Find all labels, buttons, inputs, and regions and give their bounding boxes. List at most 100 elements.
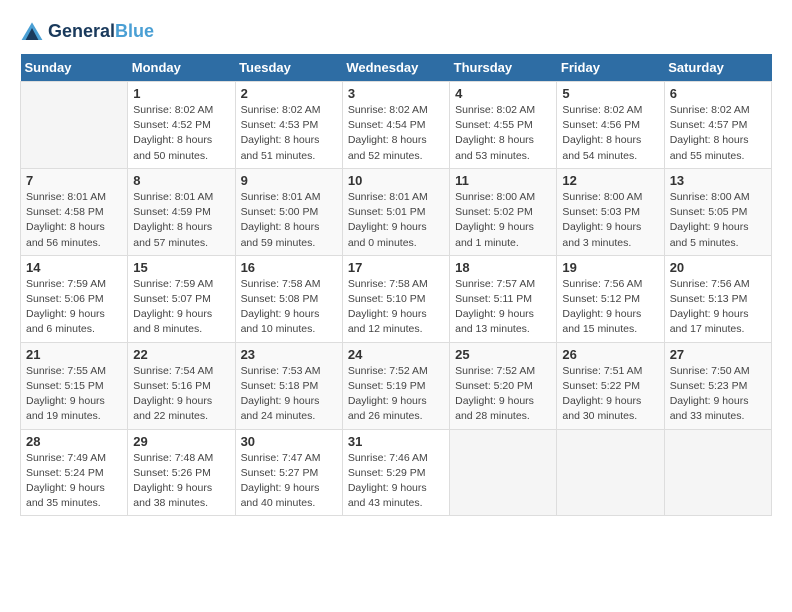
day-info: Sunrise: 7:56 AMSunset: 5:12 PMDaylight:…: [562, 277, 658, 338]
day-number: 1: [133, 86, 229, 101]
day-info: Sunrise: 8:02 AMSunset: 4:54 PMDaylight:…: [348, 103, 444, 164]
day-number: 25: [455, 347, 551, 362]
day-number: 10: [348, 173, 444, 188]
calendar-cell: [557, 429, 664, 516]
calendar-cell: 24 Sunrise: 7:52 AMSunset: 5:19 PMDayligh…: [342, 342, 449, 429]
day-number: 3: [348, 86, 444, 101]
calendar-cell: [450, 429, 557, 516]
calendar-cell: 9 Sunrise: 8:01 AMSunset: 5:00 PMDaylight…: [235, 168, 342, 255]
calendar-cell: 31 Sunrise: 7:46 AMSunset: 5:29 PMDayligh…: [342, 429, 449, 516]
day-info: Sunrise: 7:55 AMSunset: 5:15 PMDaylight:…: [26, 364, 122, 425]
day-info: Sunrise: 8:02 AMSunset: 4:55 PMDaylight:…: [455, 103, 551, 164]
day-info: Sunrise: 8:02 AMSunset: 4:56 PMDaylight:…: [562, 103, 658, 164]
day-info: Sunrise: 7:58 AMSunset: 5:10 PMDaylight:…: [348, 277, 444, 338]
day-info: Sunrise: 7:49 AMSunset: 5:24 PMDaylight:…: [26, 451, 122, 512]
day-number: 21: [26, 347, 122, 362]
day-info: Sunrise: 8:00 AMSunset: 5:03 PMDaylight:…: [562, 190, 658, 251]
day-number: 13: [670, 173, 766, 188]
day-info: Sunrise: 8:02 AMSunset: 4:53 PMDaylight:…: [241, 103, 337, 164]
day-number: 16: [241, 260, 337, 275]
day-number: 9: [241, 173, 337, 188]
weekday-header-thursday: Thursday: [450, 54, 557, 82]
day-number: 2: [241, 86, 337, 101]
day-number: 23: [241, 347, 337, 362]
day-info: Sunrise: 7:59 AMSunset: 5:07 PMDaylight:…: [133, 277, 229, 338]
calendar-cell: 1 Sunrise: 8:02 AMSunset: 4:52 PMDaylight…: [128, 82, 235, 169]
calendar-cell: 12 Sunrise: 8:00 AMSunset: 5:03 PMDayligh…: [557, 168, 664, 255]
calendar-cell: 14 Sunrise: 7:59 AMSunset: 5:06 PMDayligh…: [21, 255, 128, 342]
logo: GeneralBlue: [20, 20, 154, 44]
calendar-cell: 2 Sunrise: 8:02 AMSunset: 4:53 PMDaylight…: [235, 82, 342, 169]
calendar-cell: 18 Sunrise: 7:57 AMSunset: 5:11 PMDayligh…: [450, 255, 557, 342]
day-info: Sunrise: 7:52 AMSunset: 5:20 PMDaylight:…: [455, 364, 551, 425]
day-number: 18: [455, 260, 551, 275]
calendar-week-1: 1 Sunrise: 8:02 AMSunset: 4:52 PMDaylight…: [21, 82, 772, 169]
weekday-header-monday: Monday: [128, 54, 235, 82]
calendar-cell: 6Sunrise: 8:02 AMSunset: 4:57 PMDaylight…: [664, 82, 771, 169]
calendar-cell: 28 Sunrise: 7:49 AMSunset: 5:24 PMDayligh…: [21, 429, 128, 516]
weekday-header-sunday: Sunday: [21, 54, 128, 82]
calendar-cell: 23 Sunrise: 7:53 AMSunset: 5:18 PMDayligh…: [235, 342, 342, 429]
day-info: Sunrise: 7:56 AMSunset: 5:13 PMDaylight:…: [670, 277, 766, 338]
calendar-cell: 4 Sunrise: 8:02 AMSunset: 4:55 PMDaylight…: [450, 82, 557, 169]
calendar-cell: 8Sunrise: 8:01 AMSunset: 4:59 PMDaylight…: [128, 168, 235, 255]
day-number: 26: [562, 347, 658, 362]
calendar-cell: 16 Sunrise: 7:58 AMSunset: 5:08 PMDayligh…: [235, 255, 342, 342]
day-number: 27: [670, 347, 766, 362]
calendar-cell: 27Sunrise: 7:50 AMSunset: 5:23 PMDayligh…: [664, 342, 771, 429]
weekday-header-wednesday: Wednesday: [342, 54, 449, 82]
day-number: 6: [670, 86, 766, 101]
day-number: 15: [133, 260, 229, 275]
day-number: 24: [348, 347, 444, 362]
day-number: 5: [562, 86, 658, 101]
day-number: 12: [562, 173, 658, 188]
day-number: 29: [133, 434, 229, 449]
calendar-cell: 10 Sunrise: 8:01 AMSunset: 5:01 PMDayligh…: [342, 168, 449, 255]
calendar-cell: [664, 429, 771, 516]
calendar-cell: 3 Sunrise: 8:02 AMSunset: 4:54 PMDaylight…: [342, 82, 449, 169]
calendar-cell: 22Sunrise: 7:54 AMSunset: 5:16 PMDayligh…: [128, 342, 235, 429]
day-info: Sunrise: 7:51 AMSunset: 5:22 PMDaylight:…: [562, 364, 658, 425]
calendar-cell: 19 Sunrise: 7:56 AMSunset: 5:12 PMDayligh…: [557, 255, 664, 342]
calendar-cell: 29 Sunrise: 7:48 AMSunset: 5:26 PMDayligh…: [128, 429, 235, 516]
calendar-cell: 25 Sunrise: 7:52 AMSunset: 5:20 PMDayligh…: [450, 342, 557, 429]
calendar-cell: 30 Sunrise: 7:47 AMSunset: 5:27 PMDayligh…: [235, 429, 342, 516]
day-info: Sunrise: 7:59 AMSunset: 5:06 PMDaylight:…: [26, 277, 122, 338]
calendar-cell: 11Sunrise: 8:00 AMSunset: 5:02 PMDayligh…: [450, 168, 557, 255]
calendar-week-2: 7 Sunrise: 8:01 AMSunset: 4:58 PMDaylight…: [21, 168, 772, 255]
day-number: 19: [562, 260, 658, 275]
day-number: 30: [241, 434, 337, 449]
day-info: Sunrise: 8:02 AMSunset: 4:52 PMDaylight:…: [133, 103, 229, 164]
day-info: Sunrise: 8:01 AMSunset: 4:58 PMDaylight:…: [26, 190, 122, 251]
day-number: 28: [26, 434, 122, 449]
day-info: Sunrise: 7:58 AMSunset: 5:08 PMDaylight:…: [241, 277, 337, 338]
calendar-cell: 26 Sunrise: 7:51 AMSunset: 5:22 PMDayligh…: [557, 342, 664, 429]
calendar-cell: 21 Sunrise: 7:55 AMSunset: 5:15 PMDayligh…: [21, 342, 128, 429]
day-info: Sunrise: 7:48 AMSunset: 5:26 PMDaylight:…: [133, 451, 229, 512]
weekday-header-friday: Friday: [557, 54, 664, 82]
day-number: 31: [348, 434, 444, 449]
day-info: Sunrise: 7:57 AMSunset: 5:11 PMDaylight:…: [455, 277, 551, 338]
day-number: 8: [133, 173, 229, 188]
day-info: Sunrise: 7:46 AMSunset: 5:29 PMDaylight:…: [348, 451, 444, 512]
day-info: Sunrise: 7:52 AMSunset: 5:19 PMDaylight:…: [348, 364, 444, 425]
calendar-week-4: 21 Sunrise: 7:55 AMSunset: 5:15 PMDayligh…: [21, 342, 772, 429]
day-number: 7: [26, 173, 122, 188]
day-info: Sunrise: 8:00 AMSunset: 5:05 PMDaylight:…: [670, 190, 766, 251]
page-header: GeneralBlue: [20, 20, 772, 44]
day-number: 14: [26, 260, 122, 275]
calendar-cell: 13 Sunrise: 8:00 AMSunset: 5:05 PMDayligh…: [664, 168, 771, 255]
day-info: Sunrise: 8:01 AMSunset: 5:01 PMDaylight:…: [348, 190, 444, 251]
calendar-cell: 15 Sunrise: 7:59 AMSunset: 5:07 PMDayligh…: [128, 255, 235, 342]
day-number: 4: [455, 86, 551, 101]
day-info: Sunrise: 8:01 AMSunset: 5:00 PMDaylight:…: [241, 190, 337, 251]
calendar-week-3: 14 Sunrise: 7:59 AMSunset: 5:06 PMDayligh…: [21, 255, 772, 342]
calendar-week-5: 28 Sunrise: 7:49 AMSunset: 5:24 PMDayligh…: [21, 429, 772, 516]
calendar-cell: 5 Sunrise: 8:02 AMSunset: 4:56 PMDaylight…: [557, 82, 664, 169]
day-info: Sunrise: 7:47 AMSunset: 5:27 PMDaylight:…: [241, 451, 337, 512]
day-info: Sunrise: 7:53 AMSunset: 5:18 PMDaylight:…: [241, 364, 337, 425]
calendar-cell: 20Sunrise: 7:56 AMSunset: 5:13 PMDayligh…: [664, 255, 771, 342]
calendar-cell: 17Sunrise: 7:58 AMSunset: 5:10 PMDayligh…: [342, 255, 449, 342]
logo-icon: [20, 20, 44, 44]
weekday-header-row: SundayMondayTuesdayWednesdayThursdayFrid…: [21, 54, 772, 82]
